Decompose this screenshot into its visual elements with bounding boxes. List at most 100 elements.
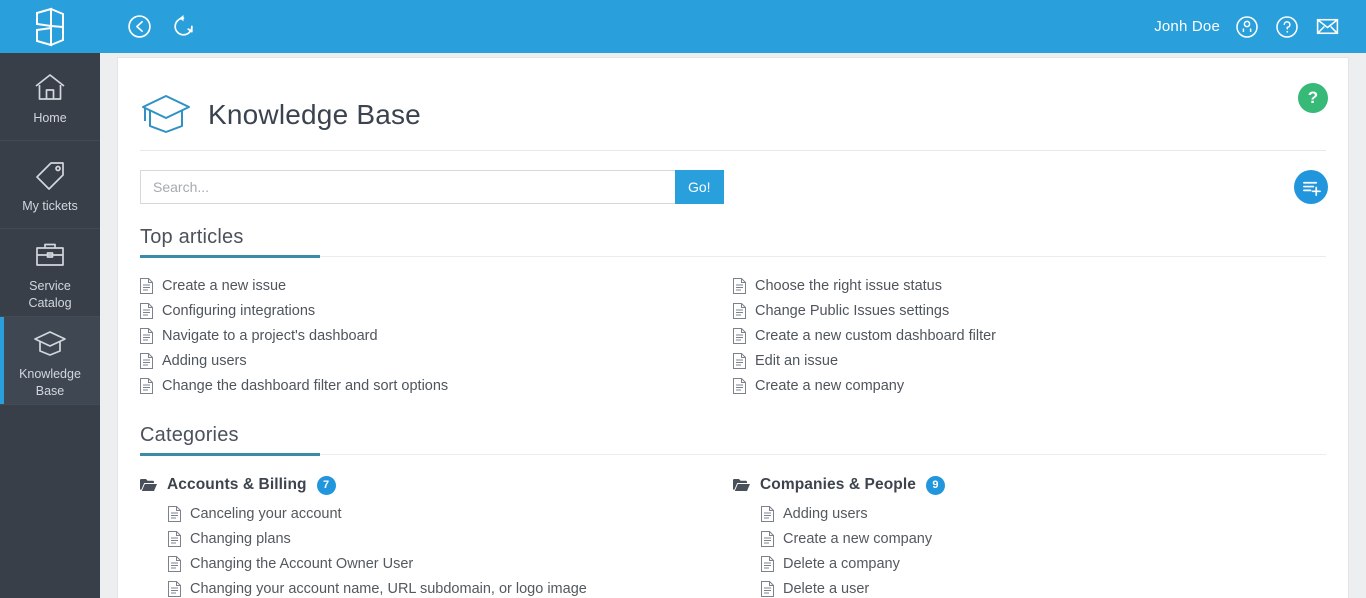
category-block: Accounts & Billing 7 Canceling your acco… <box>140 471 713 598</box>
top-articles-right-column: Choose the right issue status Change Pub… <box>733 273 1326 398</box>
article-link[interactable]: Change Public Issues settings <box>733 298 1306 323</box>
article-label: Adding users <box>162 353 247 369</box>
article-label: Delete a company <box>783 556 900 572</box>
app-logo[interactable] <box>0 0 100 53</box>
document-icon <box>140 278 153 294</box>
document-icon <box>733 303 746 319</box>
article-label: Change Public Issues settings <box>755 303 949 319</box>
article-link[interactable]: Configuring integrations <box>140 298 713 323</box>
document-icon <box>733 378 746 394</box>
article-link[interactable]: Changing your account name, URL subdomai… <box>168 576 713 598</box>
folder-icon <box>733 478 750 492</box>
refresh-icon[interactable] <box>168 12 198 42</box>
categories-left-column: Accounts & Billing 7 Canceling your acco… <box>140 471 733 598</box>
article-label: Changing plans <box>190 531 291 547</box>
category-articles: Canceling your account Changing plans <box>140 501 713 598</box>
document-icon <box>761 581 774 597</box>
sidebar-item-my-tickets[interactable]: My tickets <box>0 141 100 229</box>
article-label: Edit an issue <box>755 353 838 369</box>
category-header[interactable]: Accounts & Billing 7 <box>140 471 713 499</box>
tag-icon <box>34 158 66 192</box>
document-icon <box>140 378 153 394</box>
categories-right-column: Companies & People 9 Adding users <box>733 471 1326 598</box>
article-link[interactable]: Edit an issue <box>733 348 1306 373</box>
category-block: Companies & People 9 Adding users <box>733 471 1306 598</box>
article-label: Navigate to a project's dashboard <box>162 328 378 344</box>
article-label: Create a new custom dashboard filter <box>755 328 996 344</box>
article-link[interactable]: Changing plans <box>168 526 713 551</box>
article-link[interactable]: Create a new company <box>733 373 1306 398</box>
article-link[interactable]: Delete a company <box>761 551 1306 576</box>
category-count-badge: 9 <box>926 476 945 495</box>
document-icon <box>140 328 153 344</box>
home-icon <box>33 70 67 104</box>
sidebar-item-service-catalog[interactable]: Service Catalog <box>0 229 100 317</box>
article-link[interactable]: Navigate to a project's dashboard <box>140 323 713 348</box>
article-link[interactable]: Create a new custom dashboard filter <box>733 323 1306 348</box>
article-link[interactable]: Adding users <box>761 501 1306 526</box>
user-name-label: Jonh Doe <box>1154 18 1220 35</box>
search-row: Go! <box>118 151 1348 204</box>
document-icon <box>733 353 746 369</box>
document-icon <box>140 303 153 319</box>
categories-section: Categories Accounts & Billing 7 <box>118 424 1348 598</box>
category-name: Accounts & Billing <box>167 476 307 494</box>
briefcase-icon <box>34 238 66 272</box>
back-arrow-icon[interactable] <box>124 12 154 42</box>
article-link[interactable]: Choose the right issue status <box>733 273 1306 298</box>
document-icon <box>168 581 181 597</box>
help-question-icon[interactable] <box>1274 14 1300 40</box>
top-bar: Jonh Doe <box>0 0 1366 53</box>
help-fab-glyph: ? <box>1308 88 1318 108</box>
article-label: Change the dashboard filter and sort opt… <box>162 378 448 394</box>
document-icon <box>761 556 774 572</box>
cube-logo-icon <box>29 7 71 47</box>
category-count-badge: 7 <box>317 476 336 495</box>
sidebar-item-label: Home <box>7 110 93 127</box>
sidebar-item-label: Knowledge Base <box>7 366 93 400</box>
article-label: Changing your account name, URL subdomai… <box>190 581 587 597</box>
document-icon <box>140 353 153 369</box>
search-input[interactable] <box>140 170 675 204</box>
category-articles: Adding users Create a new company <box>733 501 1306 598</box>
article-label: Configuring integrations <box>162 303 315 319</box>
article-link[interactable]: Adding users <box>140 348 713 373</box>
section-underline <box>140 256 1326 257</box>
sidebar-item-knowledge-base[interactable]: Knowledge Base <box>0 317 100 405</box>
graduation-cap-icon <box>33 326 67 360</box>
search-go-button[interactable]: Go! <box>675 170 724 204</box>
top-bar-right: Jonh Doe <box>1154 14 1366 40</box>
category-header[interactable]: Companies & People 9 <box>733 471 1306 499</box>
document-icon <box>733 328 746 344</box>
section-heading: Top articles <box>140 226 1326 256</box>
article-link[interactable]: Delete a user <box>761 576 1306 598</box>
section-underline <box>140 454 1326 455</box>
help-fab[interactable]: ? <box>1298 83 1328 113</box>
article-label: Create a new issue <box>162 278 286 294</box>
graduation-cap-icon <box>140 91 192 140</box>
article-label: Adding users <box>783 506 868 522</box>
page-title: Knowledge Base <box>208 99 421 131</box>
add-article-fab[interactable] <box>1294 170 1328 204</box>
article-link[interactable]: Canceling your account <box>168 501 713 526</box>
article-label: Choose the right issue status <box>755 278 942 294</box>
sidebar-item-label: Service Catalog <box>7 278 93 312</box>
mail-envelope-icon[interactable] <box>1314 14 1340 40</box>
article-link[interactable]: Changing the Account Owner User <box>168 551 713 576</box>
document-icon <box>761 531 774 547</box>
article-link[interactable]: Change the dashboard filter and sort opt… <box>140 373 713 398</box>
content-card: Knowledge Base ? Go! Top articles Crea <box>117 57 1349 598</box>
top-nav-icons <box>124 12 198 42</box>
top-articles-left-column: Create a new issue Configuring integrati… <box>140 273 733 398</box>
document-icon <box>733 278 746 294</box>
article-label: Changing the Account Owner User <box>190 556 413 572</box>
category-name: Companies & People <box>760 476 916 494</box>
document-icon <box>168 506 181 522</box>
article-label: Canceling your account <box>190 506 342 522</box>
article-link[interactable]: Create a new issue <box>140 273 713 298</box>
document-icon <box>168 531 181 547</box>
page-header: Knowledge Base ? <box>118 58 1348 150</box>
sidebar-item-home[interactable]: Home <box>0 53 100 141</box>
user-account-icon[interactable] <box>1234 14 1260 40</box>
article-link[interactable]: Create a new company <box>761 526 1306 551</box>
